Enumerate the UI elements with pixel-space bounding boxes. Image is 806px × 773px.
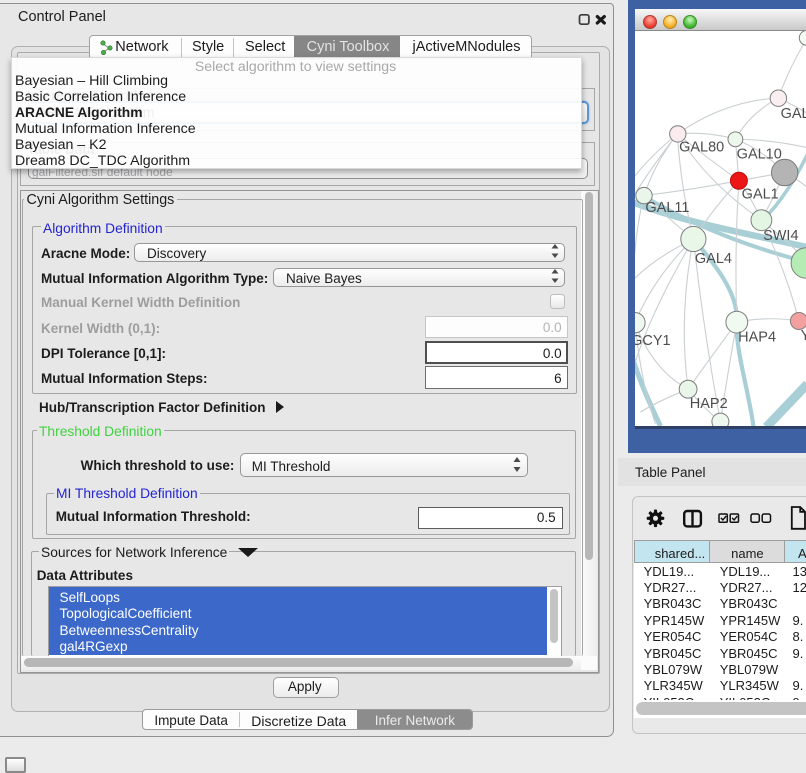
svg-text:GAL80: GAL80 [679, 140, 724, 156]
svg-text:HAP4: HAP4 [738, 329, 776, 345]
svg-text:GAL4: GAL4 [694, 251, 731, 267]
svg-text:GAL11: GAL11 [645, 200, 689, 216]
svg-text:GAL2: GAL2 [780, 106, 806, 122]
svg-text:GCY1: GCY1 [635, 333, 671, 349]
svg-text:GAL10: GAL10 [736, 147, 781, 163]
svg-text:SWI4: SWI4 [763, 228, 798, 244]
svg-text:GAL1: GAL1 [741, 186, 778, 202]
svg-text:HAP2: HAP2 [689, 396, 727, 412]
svg-text:Y: Y [800, 328, 806, 344]
